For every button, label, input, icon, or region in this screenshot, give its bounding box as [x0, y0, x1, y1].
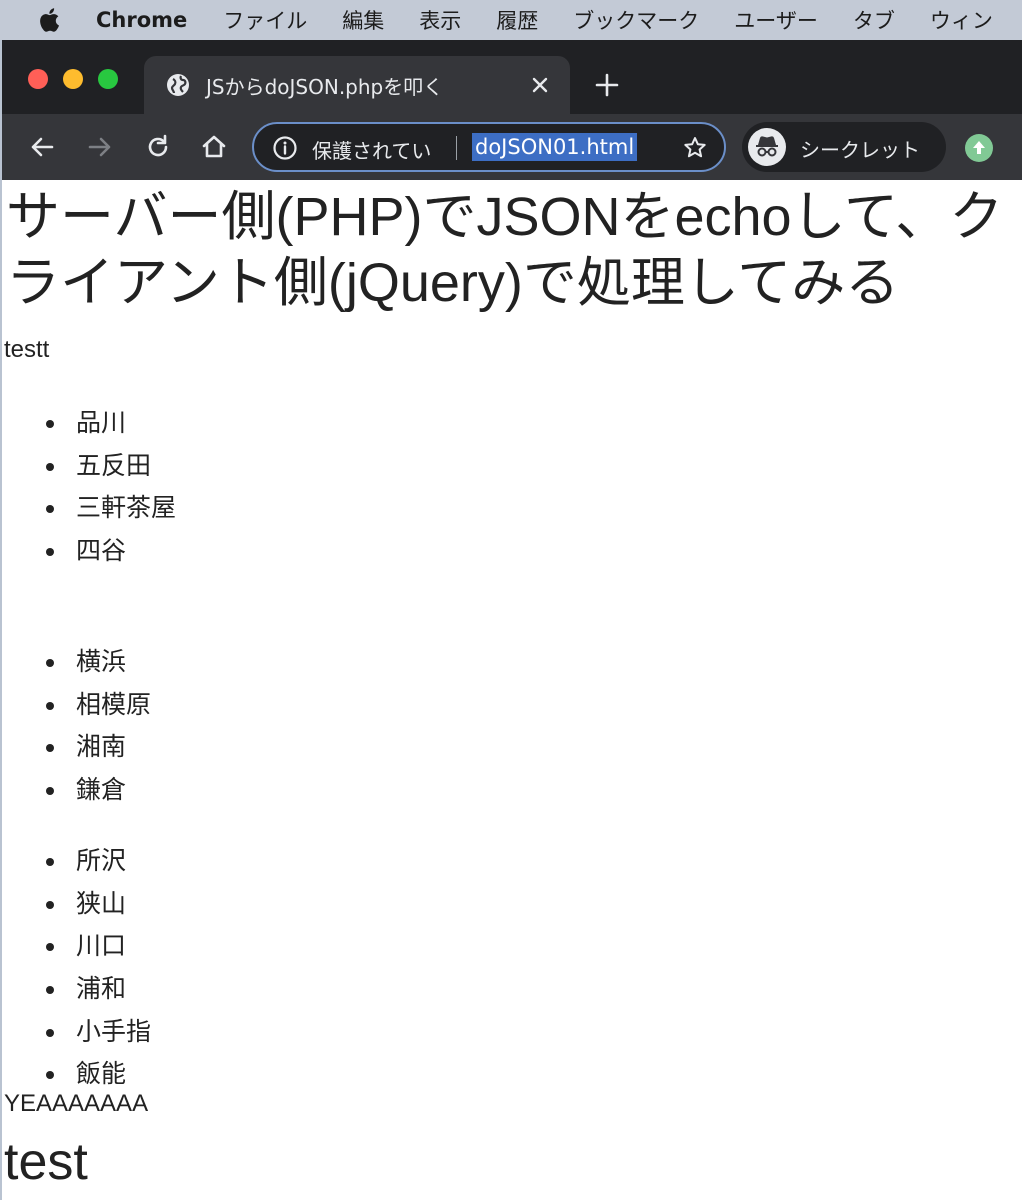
macos-menu-bar: Chrome ファイル 編集 表示 履歴 ブックマーク ユーザー タブ ウィン: [0, 0, 1022, 40]
browser-tab-active[interactable]: JSからdoJSON.phpを叩く: [144, 56, 570, 114]
bullet: [46, 505, 54, 514]
back-arrow-icon[interactable]: [28, 133, 56, 161]
list-item: 三軒茶屋: [42, 487, 176, 530]
list-item: 鎌倉: [42, 769, 151, 812]
bullet: [46, 787, 54, 796]
browser-window: JSからdoJSON.phpを叩く 保護されてい doJSON01.html シ…: [2, 40, 1022, 1200]
list-item: 浦和: [42, 968, 151, 1011]
bullet: [46, 744, 54, 753]
list-item: 五反田: [42, 445, 176, 488]
station-list-3: 所沢 狭山 川口 浦和 小手指 飯能: [42, 840, 151, 1096]
menu-app-chrome[interactable]: Chrome: [96, 8, 187, 32]
bullet: [46, 900, 54, 909]
new-tab-plus-icon[interactable]: [594, 72, 620, 98]
list-item: 相模原: [42, 684, 151, 727]
list-item-text: 湘南: [76, 732, 127, 762]
list-item: 小手指: [42, 1011, 151, 1054]
apple-logo-icon[interactable]: [38, 7, 60, 33]
tab-strip: JSからdoJSON.phpを叩く: [2, 40, 1022, 114]
window-zoom-button[interactable]: [98, 69, 118, 89]
list-item: 川口: [42, 925, 151, 968]
list-item: 四谷: [42, 530, 176, 573]
list-item: 狭山: [42, 883, 151, 926]
list-item-text: 鎌倉: [76, 775, 127, 805]
home-icon[interactable]: [200, 133, 228, 161]
menu-view[interactable]: 表示: [419, 5, 461, 35]
globe-icon: [166, 73, 190, 97]
list-item: 品川: [42, 402, 176, 445]
menu-tabs[interactable]: タブ: [853, 5, 895, 35]
menu-bookmarks[interactable]: ブックマーク: [573, 5, 699, 35]
window-minimize-button[interactable]: [63, 69, 83, 89]
update-arrow-icon[interactable]: [965, 134, 993, 162]
list-item-text: 相模原: [76, 689, 152, 719]
browser-toolbar: 保護されてい doJSON01.html シークレット: [2, 114, 1022, 180]
list-item-text: 四谷: [76, 536, 127, 566]
page-title: サーバー側(PHP)でJSONをechoして、クライアント側(jQuery)で処…: [6, 187, 1004, 313]
bullet: [46, 986, 54, 995]
list-item-text: 品川: [76, 408, 127, 437]
incognito-label: シークレット: [800, 138, 920, 162]
list-item: 横浜: [42, 641, 151, 684]
url-text[interactable]: doJSON01.html: [472, 133, 638, 161]
station-list-1: 品川 五反田 三軒茶屋 四谷: [42, 402, 176, 573]
address-bar[interactable]: 保護されてい doJSON01.html: [252, 122, 726, 172]
bullet: [46, 1071, 54, 1080]
list-item-text: 川口: [76, 931, 127, 961]
bullet: [46, 943, 54, 952]
close-icon[interactable]: [528, 73, 552, 97]
list-item-text: 横浜: [76, 647, 127, 676]
menu-history[interactable]: 履歴: [496, 5, 538, 35]
bullet: [46, 701, 54, 710]
reload-icon[interactable]: [144, 133, 172, 161]
footer-text: YEAAAAAAA: [4, 1090, 149, 1117]
list-item-text: 五反田: [76, 450, 152, 480]
intro-text: testt: [4, 336, 50, 363]
footer-heading: test: [4, 1133, 88, 1191]
list-item-text: 飯能: [76, 1059, 127, 1089]
bookmark-star-icon[interactable]: [682, 135, 708, 161]
bullet: [46, 462, 54, 471]
menu-edit[interactable]: 編集: [342, 5, 384, 35]
security-status-text: 保護されてい: [312, 139, 432, 163]
menu-users[interactable]: ユーザー: [734, 5, 818, 35]
omnibox-divider: [456, 136, 457, 160]
list-item: 所沢: [42, 840, 151, 883]
forward-arrow-icon[interactable]: [86, 133, 114, 161]
tab-title: JSからdoJSON.phpを叩く: [206, 75, 444, 99]
list-item-text: 所沢: [76, 846, 127, 875]
bullet: [46, 659, 54, 667]
window-close-button[interactable]: [28, 69, 48, 89]
list-item-text: 狭山: [76, 888, 127, 918]
incognito-indicator[interactable]: シークレット: [742, 122, 946, 172]
bullet: [46, 548, 54, 557]
page-content: サーバー側(PHP)でJSONをechoして、クライアント側(jQuery)で処…: [2, 180, 1022, 1200]
info-icon[interactable]: [272, 135, 298, 161]
incognito-icon: [748, 128, 786, 166]
list-item-text: 三軒茶屋: [76, 493, 177, 523]
bullet: [46, 858, 54, 866]
menu-file[interactable]: ファイル: [223, 5, 307, 35]
list-item-text: 小手指: [76, 1016, 152, 1046]
list-item-text: 浦和: [76, 974, 127, 1004]
bullet: [46, 420, 54, 428]
station-list-2: 横浜 相模原 湘南 鎌倉: [42, 641, 151, 812]
menu-window[interactable]: ウィン: [930, 5, 993, 35]
bullet: [46, 1028, 54, 1037]
list-item: 湘南: [42, 726, 151, 769]
